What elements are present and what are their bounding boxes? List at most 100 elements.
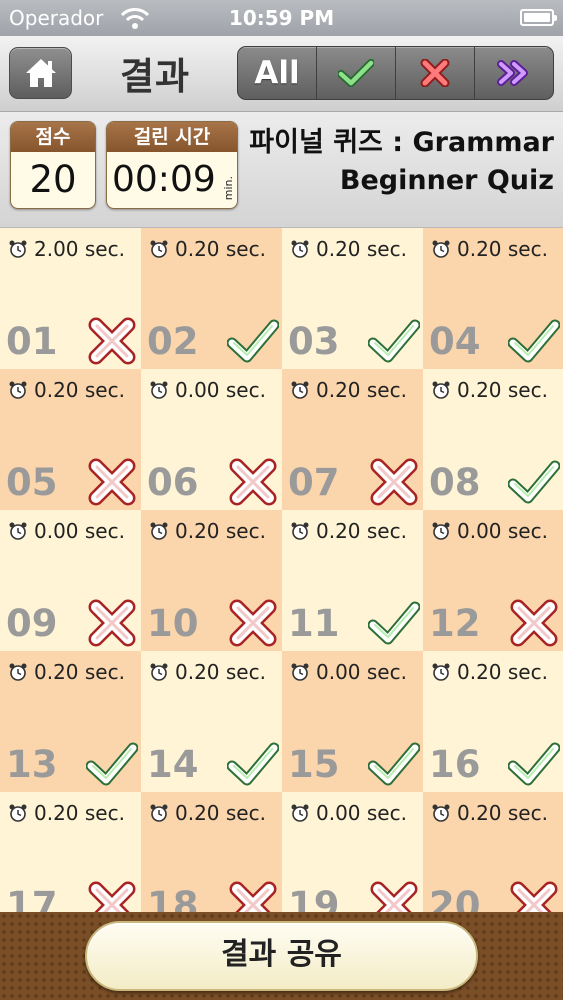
share-results-button[interactable]: 결과 공유 <box>85 921 478 991</box>
bottom-bar: 결과 공유 <box>0 912 563 1000</box>
answer-time-label: 0.20 sec. <box>316 237 407 261</box>
answer-time-label: 0.20 sec. <box>457 378 548 402</box>
result-filter: All <box>237 46 554 100</box>
filter-skip-button[interactable] <box>475 47 553 99</box>
alarm-clock-icon <box>432 240 450 258</box>
alarm-clock-icon <box>150 522 168 540</box>
elapsed-time-label: 걸린 시간 <box>107 122 237 152</box>
question-number: 16 <box>429 743 481 786</box>
question-number: 08 <box>429 461 481 504</box>
alarm-clock-icon <box>150 663 168 681</box>
check-icon <box>508 742 560 786</box>
check-icon <box>338 59 374 87</box>
result-cell[interactable]: 0.20 sec. 16 <box>423 651 563 792</box>
cross-icon <box>420 59 450 87</box>
answer-time: 0.20 sec. <box>8 378 125 402</box>
answer-time-label: 0.20 sec. <box>457 237 548 261</box>
cross-icon <box>229 881 277 912</box>
home-icon <box>26 59 56 87</box>
result-cell[interactable]: 0.20 sec. 07 <box>282 369 423 510</box>
filter-all-button[interactable]: All <box>238 47 317 99</box>
result-cell[interactable]: 0.20 sec. 17 <box>0 792 141 912</box>
question-number: 07 <box>288 461 340 504</box>
elapsed-time-value: 00:09 <box>112 159 216 200</box>
answer-time-label: 0.00 sec. <box>175 378 266 402</box>
check-icon <box>368 601 420 645</box>
elapsed-time-badge: 걸린 시간 00:09 min. <box>106 121 238 209</box>
question-number: 03 <box>288 320 340 363</box>
question-number: 05 <box>6 461 58 504</box>
answer-time-label: 2.00 sec. <box>34 237 125 261</box>
alarm-clock-icon <box>432 522 450 540</box>
result-cell[interactable]: 0.20 sec. 03 <box>282 228 423 369</box>
alarm-clock-icon <box>150 240 168 258</box>
answer-time-label: 0.20 sec. <box>316 378 407 402</box>
home-button[interactable] <box>9 47 72 99</box>
battery-icon <box>520 9 557 26</box>
answer-time: 0.20 sec. <box>8 660 125 684</box>
question-number: 06 <box>147 461 199 504</box>
filter-correct-button[interactable] <box>317 47 396 99</box>
result-cell[interactable]: 0.20 sec. 05 <box>0 369 141 510</box>
answer-time-label: 0.20 sec. <box>175 660 266 684</box>
answer-time-label: 0.20 sec. <box>457 660 548 684</box>
status-time: 10:59 PM <box>228 6 335 30</box>
answer-time-label: 0.00 sec. <box>34 519 125 543</box>
answer-time-label: 0.20 sec. <box>457 801 548 825</box>
result-cell[interactable]: 0.00 sec. 12 <box>423 510 563 651</box>
alarm-clock-icon <box>291 804 309 822</box>
answer-time-label: 0.20 sec. <box>34 801 125 825</box>
result-cell[interactable]: 0.00 sec. 09 <box>0 510 141 651</box>
answer-time: 0.20 sec. <box>431 378 548 402</box>
answer-time-label: 0.20 sec. <box>34 378 125 402</box>
answer-time-label: 0.20 sec. <box>175 519 266 543</box>
result-cell[interactable]: 0.20 sec. 10 <box>141 510 282 651</box>
cross-icon <box>88 458 136 506</box>
result-cell[interactable]: 2.00 sec. 01 <box>0 228 141 369</box>
score-badge: 점수 20 <box>10 121 96 209</box>
double-chevron-icon <box>497 60 528 86</box>
results-grid: 2.00 sec. 01 0.20 sec. 02 0.20 sec. 03 0.20 se… <box>0 228 563 912</box>
result-cell[interactable]: 0.20 sec. 04 <box>423 228 563 369</box>
alarm-clock-icon <box>9 381 27 399</box>
question-number: 02 <box>147 320 199 363</box>
result-cell[interactable]: 0.20 sec. 11 <box>282 510 423 651</box>
check-icon <box>368 319 420 363</box>
check-icon <box>227 319 279 363</box>
alarm-clock-icon <box>150 381 168 399</box>
alarm-clock-icon <box>291 522 309 540</box>
answer-time: 0.20 sec. <box>431 660 548 684</box>
question-number: 14 <box>147 743 199 786</box>
filter-wrong-button[interactable] <box>396 47 475 99</box>
time-unit-label: min. <box>222 175 235 200</box>
answer-time: 2.00 sec. <box>8 237 125 261</box>
question-number: 17 <box>6 884 58 912</box>
answer-time: 0.20 sec. <box>8 801 125 825</box>
question-number: 13 <box>6 743 58 786</box>
result-cell[interactable]: 0.20 sec. 13 <box>0 651 141 792</box>
result-cell[interactable]: 0.20 sec. 02 <box>141 228 282 369</box>
result-cell[interactable]: 0.20 sec. 14 <box>141 651 282 792</box>
alarm-clock-icon <box>9 663 27 681</box>
answer-time-label: 0.00 sec. <box>457 519 548 543</box>
result-cell[interactable]: 0.20 sec. 18 <box>141 792 282 912</box>
result-cell[interactable]: 0.00 sec. 19 <box>282 792 423 912</box>
nav-bar: 결과 All <box>0 36 563 112</box>
question-number: 19 <box>288 884 340 912</box>
score-label: 점수 <box>11 122 95 152</box>
alarm-clock-icon <box>291 663 309 681</box>
result-cell[interactable]: 0.20 sec. 20 <box>423 792 563 912</box>
question-number: 10 <box>147 602 199 645</box>
alarm-clock-icon <box>9 804 27 822</box>
alarm-clock-icon <box>291 381 309 399</box>
question-number: 18 <box>147 884 199 912</box>
info-panel: 점수 20 걸린 시간 00:09 min. 파이널 퀴즈 : Grammar … <box>0 112 563 228</box>
result-cell[interactable]: 0.20 sec. 08 <box>423 369 563 510</box>
status-bar: Operador 10:59 PM <box>0 0 563 36</box>
result-cell[interactable]: 0.00 sec. 15 <box>282 651 423 792</box>
cross-icon <box>88 317 136 365</box>
result-cell[interactable]: 0.00 sec. 06 <box>141 369 282 510</box>
answer-time-label: 0.20 sec. <box>34 660 125 684</box>
question-number: 04 <box>429 320 481 363</box>
check-icon <box>508 460 560 504</box>
